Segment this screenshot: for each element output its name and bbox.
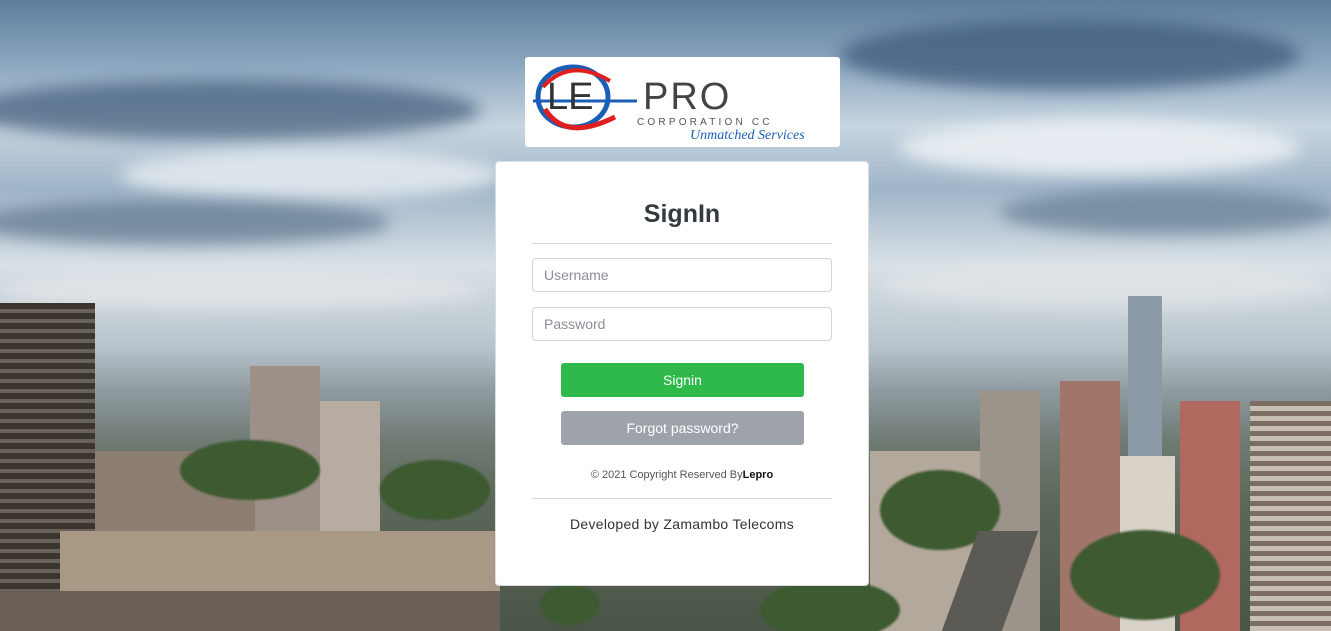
forgot-password-button[interactable]: Forgot password? bbox=[561, 411, 804, 445]
copyright-prefix: © 2021 Copyright Reserved By bbox=[590, 469, 743, 481]
title-divider bbox=[532, 243, 832, 244]
developer-credit: Developed by Zamambo Telecoms bbox=[570, 516, 794, 532]
username-input[interactable] bbox=[532, 258, 832, 292]
signin-card: SignIn Signin Forgot password? © 2021 Co… bbox=[495, 161, 869, 586]
logo-pro-text: PRO bbox=[643, 76, 731, 118]
signin-title: SignIn bbox=[643, 200, 721, 228]
copyright-text: © 2021 Copyright Reserved ByLepro bbox=[496, 469, 868, 481]
signin-button[interactable]: Signin bbox=[561, 363, 804, 397]
logo-tagline-text: Unmatched Services bbox=[690, 128, 805, 143]
company-logo: LE PRO CORPORATION CC Unmatched Services bbox=[525, 57, 840, 147]
logo-corporation-text: CORPORATION CC bbox=[637, 117, 773, 128]
logo-le-text: LE bbox=[547, 76, 593, 118]
password-input[interactable] bbox=[532, 307, 832, 341]
copyright-brand: Lepro bbox=[742, 469, 774, 481]
footer-divider bbox=[532, 498, 832, 499]
lepro-logo-icon: LE PRO CORPORATION CC Unmatched Services bbox=[533, 64, 805, 143]
